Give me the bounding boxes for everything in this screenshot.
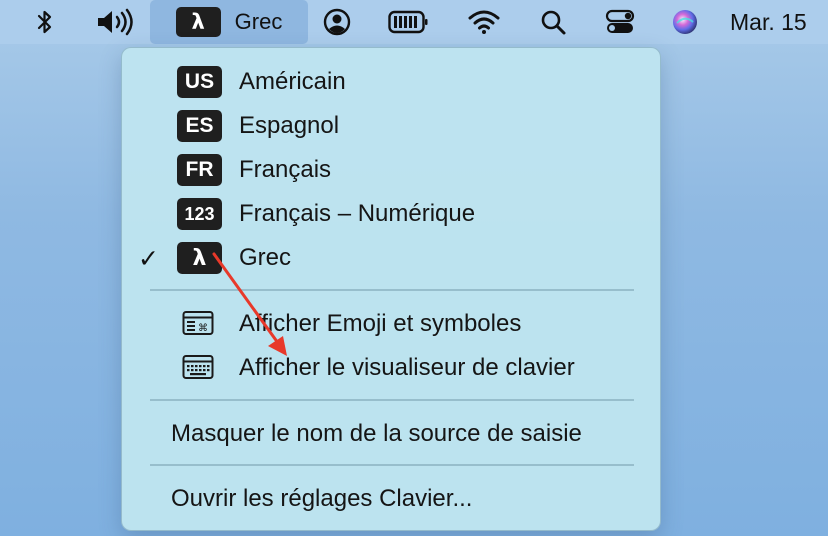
menu-item-source-greek[interactable]: ✓ λ Grec bbox=[122, 238, 662, 278]
svg-text:⌘: ⌘ bbox=[198, 323, 208, 334]
user-icon[interactable] bbox=[320, 0, 354, 44]
menu-bar: λ Grec Mar. 15 bbox=[0, 0, 828, 44]
siri-icon[interactable] bbox=[668, 0, 702, 44]
input-source-dropdown: US Américain ES Espagnol FR Français 123… bbox=[121, 47, 661, 531]
input-source-label: Grec bbox=[234, 9, 283, 34]
input-source-menu[interactable]: λ Grec bbox=[150, 0, 308, 44]
source-label: Français bbox=[239, 156, 332, 183]
source-label: Espagnol bbox=[239, 112, 340, 139]
search-icon[interactable] bbox=[536, 0, 570, 44]
menu-separator bbox=[150, 464, 634, 466]
keyboard-viewer-icon bbox=[182, 354, 214, 385]
source-label: Français – Numérique bbox=[239, 200, 476, 227]
source-badge: 123 bbox=[177, 198, 222, 230]
bluetooth-icon[interactable] bbox=[26, 0, 64, 44]
menu-item-hide-source-name[interactable]: Masquer le nom de la source de saisie bbox=[122, 414, 662, 454]
menu-item-label: Masquer le nom de la source de saisie bbox=[171, 420, 582, 447]
menu-separator bbox=[150, 399, 634, 401]
menu-item-open-keyboard-settings[interactable]: Ouvrir les réglages Clavier... bbox=[122, 479, 662, 519]
source-badge: FR bbox=[177, 154, 222, 186]
menu-separator bbox=[150, 289, 634, 291]
control-center-icon[interactable] bbox=[602, 0, 638, 44]
checkmark-icon: ✓ bbox=[138, 243, 159, 273]
menu-item-label: Afficher le visualiseur de clavier bbox=[239, 354, 575, 381]
menu-item-show-keyboard-viewer[interactable]: Afficher le visualiseur de clavier bbox=[122, 348, 662, 388]
source-badge: US bbox=[177, 66, 222, 98]
wifi-icon[interactable] bbox=[466, 0, 502, 44]
menubar-date[interactable]: Mar. 15 bbox=[730, 0, 828, 44]
menu-item-show-emoji[interactable]: ⌘ Afficher Emoji et symboles bbox=[122, 304, 662, 344]
source-label: Grec bbox=[239, 244, 292, 271]
source-badge: ES bbox=[177, 110, 222, 142]
source-label: Américain bbox=[239, 68, 346, 95]
source-badge: λ bbox=[177, 242, 222, 274]
menu-item-source-es[interactable]: ES Espagnol bbox=[122, 106, 662, 146]
battery-icon[interactable] bbox=[386, 0, 430, 44]
menu-item-label: Afficher Emoji et symboles bbox=[239, 310, 522, 337]
menu-item-label: Ouvrir les réglages Clavier... bbox=[171, 485, 473, 512]
menu-item-source-us[interactable]: US Américain bbox=[122, 62, 662, 102]
emoji-viewer-icon: ⌘ bbox=[182, 310, 214, 341]
input-source-badge: λ bbox=[175, 7, 221, 37]
menu-item-source-fr-numeric[interactable]: 123 Français – Numérique bbox=[122, 194, 662, 234]
menu-item-source-fr[interactable]: FR Français bbox=[122, 150, 662, 190]
volume-icon[interactable] bbox=[92, 0, 140, 44]
